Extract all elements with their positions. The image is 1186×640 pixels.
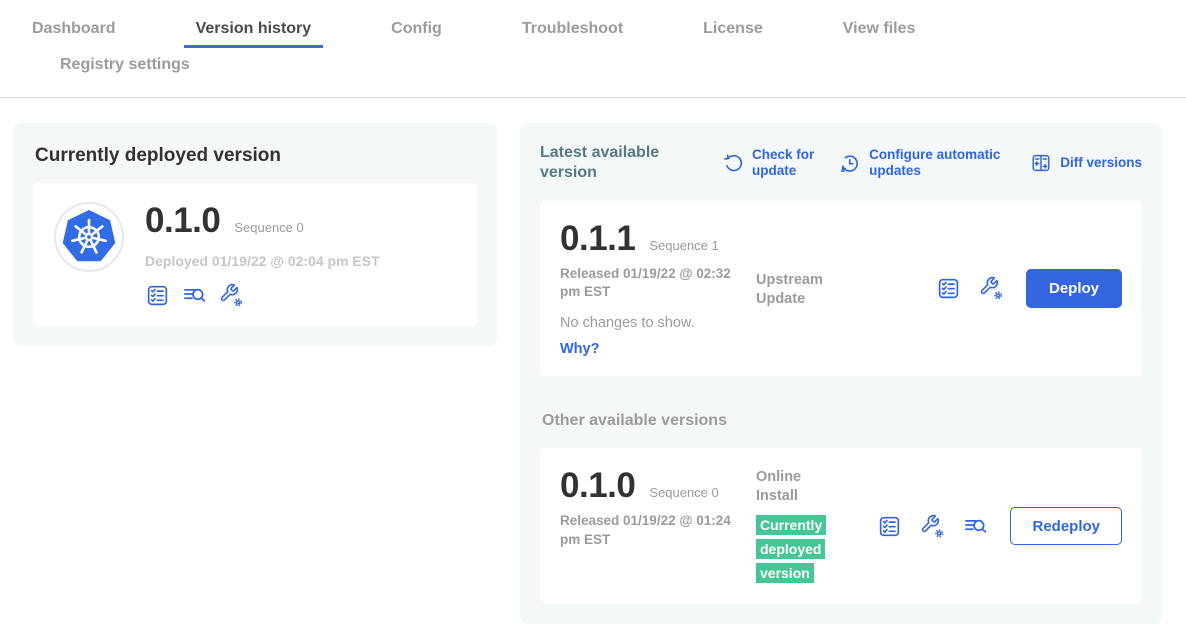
refresh-icon <box>722 152 744 174</box>
tab-license[interactable]: License <box>691 14 775 48</box>
latest-available-header: Latest available version Check for updat… <box>540 143 1142 183</box>
version-actions: Check for update Configure automatic upd… <box>722 147 1142 179</box>
nav-row-1: Dashboard Version history Config Trouble… <box>0 14 1186 48</box>
other-released-timestamp: Released 01/19/22 @ 01:24 pm EST <box>560 512 732 548</box>
diff-icon <box>1030 152 1052 174</box>
edit-config-icon[interactable] <box>920 514 945 539</box>
latest-version-info: 0.1.1 Sequence 1 Released 01/19/22 @ 02:… <box>560 219 756 358</box>
deployed-version-info: 0.1.0 Sequence 0 Deployed 01/19/22 @ 02:… <box>145 201 380 308</box>
no-changes-text: No changes to show. <box>560 315 756 331</box>
tab-config[interactable]: Config <box>379 14 454 48</box>
latest-released-timestamp: Released 01/19/22 @ 02:32 pm EST <box>560 265 732 301</box>
check-for-update-label: Check for update <box>752 147 830 179</box>
currently-deployed-title: Currently deployed version <box>35 145 477 167</box>
available-versions-panel: Latest available version Check for updat… <box>520 123 1162 624</box>
other-source-label: Online Install <box>756 468 840 506</box>
tab-troubleshoot[interactable]: Troubleshoot <box>510 14 635 48</box>
deployed-timestamp: Deployed 01/19/22 @ 02:04 pm EST <box>145 253 380 269</box>
edit-config-icon[interactable] <box>979 276 1004 301</box>
redeploy-button[interactable]: Redeploy <box>1010 507 1122 545</box>
deploy-button[interactable]: Deploy <box>1026 269 1122 308</box>
tab-version-history[interactable]: Version history <box>184 14 324 48</box>
other-version-card: 0.1.0 Sequence 0 Released 01/19/22 @ 01:… <box>540 448 1142 604</box>
latest-version-number: 0.1.1 <box>560 219 635 259</box>
edit-config-icon[interactable] <box>219 283 244 308</box>
latest-sequence-label: Sequence 1 <box>649 238 719 254</box>
diff-versions-label: Diff versions <box>1060 155 1142 171</box>
latest-version-card: 0.1.1 Sequence 1 Released 01/19/22 @ 02:… <box>540 201 1142 376</box>
diff-versions-link[interactable]: Diff versions <box>1030 152 1142 174</box>
schedule-icon <box>839 152 861 174</box>
tab-registry-settings[interactable]: Registry settings <box>48 50 202 84</box>
view-logs-icon[interactable] <box>182 283 207 308</box>
tab-view-files[interactable]: View files <box>831 14 928 48</box>
other-actions-column: Redeploy <box>868 466 1122 586</box>
preflight-checklist-icon[interactable] <box>145 283 170 308</box>
preflight-checklist-icon[interactable] <box>936 276 961 301</box>
latest-source-label: Upstream Update <box>756 271 840 309</box>
currently-deployed-badge-wrap: Currently deployed version <box>756 514 846 586</box>
latest-actions-column: Deploy <box>868 219 1122 358</box>
other-versions-title: Other available versions <box>542 412 1142 430</box>
latest-available-title: Latest available version <box>540 143 688 183</box>
other-version-info: 0.1.0 Sequence 0 Released 01/19/22 @ 01:… <box>560 466 756 586</box>
configure-automatic-updates-label: Configure automatic updates <box>869 147 1021 179</box>
configure-automatic-updates-link[interactable]: Configure automatic updates <box>839 147 1021 179</box>
deployed-sequence-label: Sequence 0 <box>234 220 303 235</box>
deployed-version-card: 0.1.0 Sequence 0 Deployed 01/19/22 @ 02:… <box>33 183 477 326</box>
currently-deployed-panel: Currently deployed version 0.1.0 Sequenc… <box>13 123 497 346</box>
why-link[interactable]: Why? <box>560 341 599 357</box>
tab-dashboard[interactable]: Dashboard <box>20 14 128 48</box>
other-sequence-label: Sequence 0 <box>649 485 719 501</box>
deployed-version-number: 0.1.0 <box>145 201 220 241</box>
other-version-number: 0.1.0 <box>560 466 635 506</box>
main-content: Currently deployed version 0.1.0 Sequenc… <box>0 98 1186 624</box>
top-nav: Dashboard Version history Config Trouble… <box>0 0 1186 98</box>
kubernetes-logo-icon <box>53 201 125 273</box>
latest-source-column: Upstream Update <box>756 219 868 358</box>
check-for-update-link[interactable]: Check for update <box>722 147 830 179</box>
other-source-column: Online Install Currently deployed versio… <box>756 466 868 586</box>
nav-row-2: Registry settings <box>0 50 1186 97</box>
currently-deployed-badge: Currently deployed version <box>756 515 826 583</box>
preflight-checklist-icon[interactable] <box>877 514 902 539</box>
view-logs-icon[interactable] <box>963 514 988 539</box>
